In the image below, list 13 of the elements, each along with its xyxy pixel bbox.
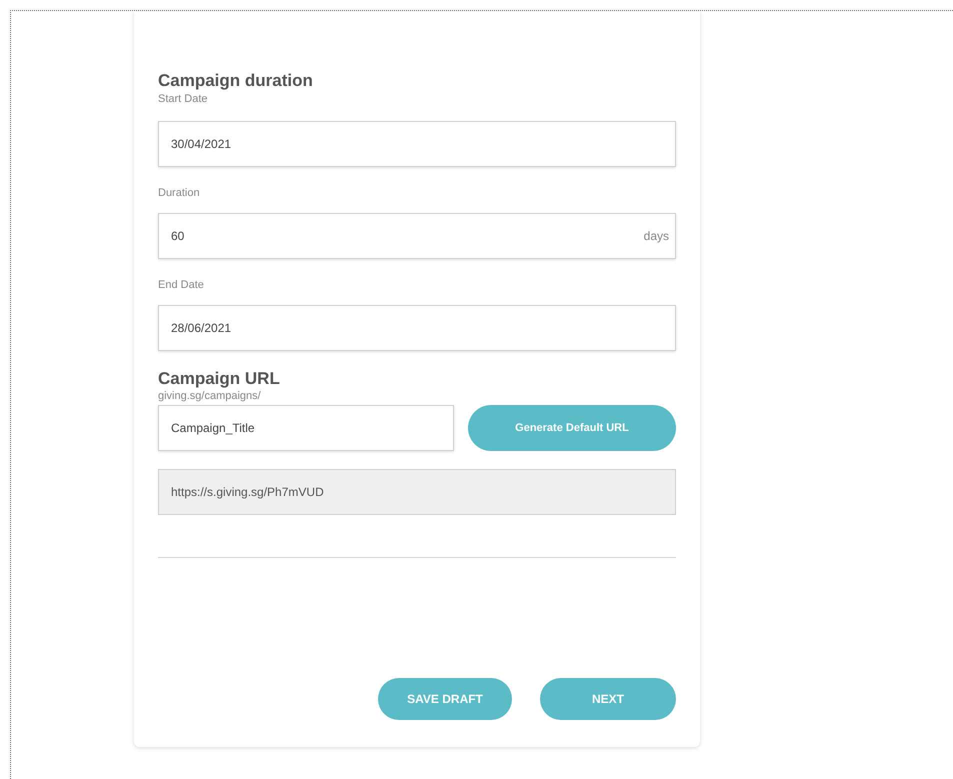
section-title: Campaign URL	[158, 369, 281, 389]
field-value: 60	[171, 228, 184, 245]
section-title: Campaign duration	[158, 71, 314, 91]
input-field[interactable]: 30/04/2021	[158, 121, 676, 167]
field-label: End Date	[158, 278, 205, 293]
url-prefix: giving.sg/campaigns/	[158, 389, 262, 403]
field-label: Duration	[158, 186, 201, 201]
input-field[interactable]: Campaign_Title	[158, 405, 454, 451]
input-field[interactable]: 60 days	[158, 213, 676, 259]
input-field[interactable]: 28/06/2021	[158, 305, 676, 351]
field-label: Start Date	[158, 92, 209, 107]
short-url-field: https://s.giving.sg/Ph7mVUD	[158, 469, 676, 515]
unit-label: days	[644, 228, 669, 245]
